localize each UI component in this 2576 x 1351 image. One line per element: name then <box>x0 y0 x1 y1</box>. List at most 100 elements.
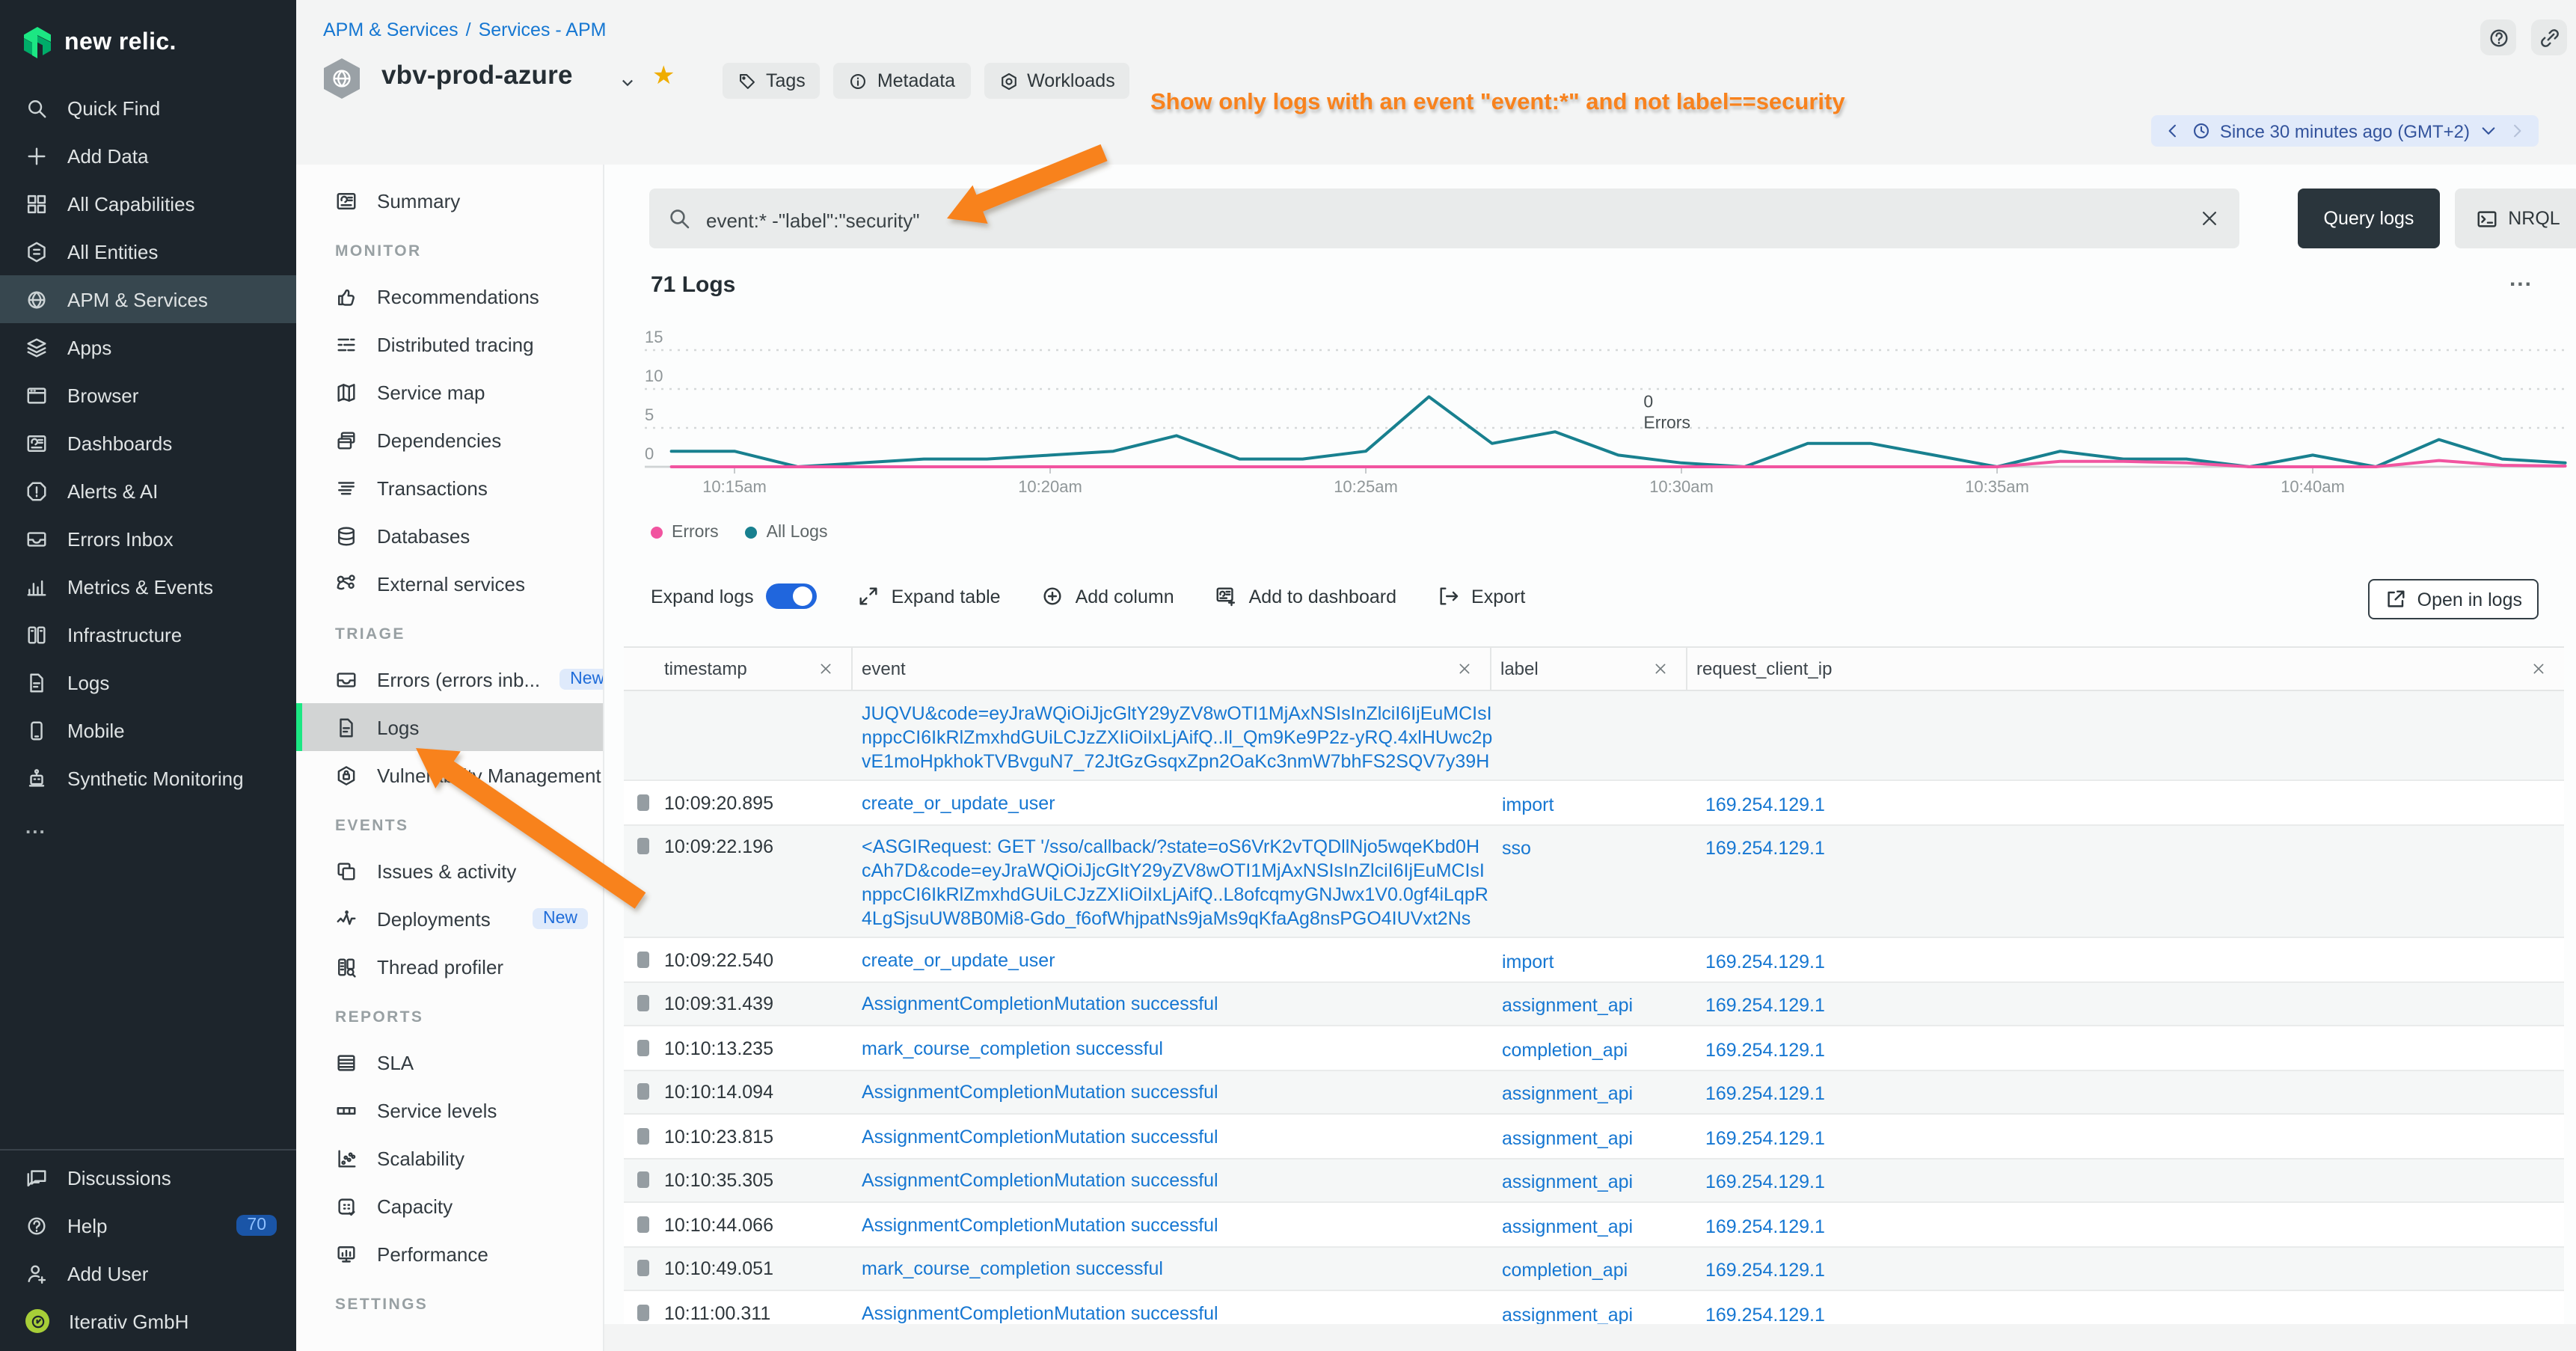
row-checkbox[interactable] <box>637 951 649 967</box>
request-client-ip-link[interactable]: 169.254.129.1 <box>1705 1171 1825 1192</box>
add-to-dashboard-button[interactable]: Add to dashboard <box>1215 585 1396 607</box>
event-link[interactable]: AssignmentCompletionMutation successful <box>862 1124 1491 1148</box>
request-client-ip-link[interactable]: 169.254.129.1 <box>1705 1127 1825 1148</box>
help-button[interactable] <box>2480 19 2516 55</box>
newrelic-logo[interactable]: new relic. <box>0 0 296 67</box>
label-link[interactable]: import <box>1502 794 1554 815</box>
subnav-item-logs[interactable]: Logs <box>296 703 603 751</box>
request-client-ip-link[interactable]: 169.254.129.1 <box>1705 1260 1825 1281</box>
query-logs-button[interactable]: Query logs <box>2298 189 2440 248</box>
subnav-item-databases[interactable]: Databases <box>296 512 603 560</box>
entity-chevron-down-icon[interactable] <box>619 75 636 91</box>
subnav-item-thread-profiler[interactable]: Thread profiler <box>296 943 603 990</box>
table-row[interactable]: 10:10:49.051mark_course_completion succe… <box>624 1247 2564 1291</box>
table-row[interactable]: 10:09:31.439AssignmentCompletionMutation… <box>624 982 2564 1026</box>
label-link[interactable]: import <box>1502 951 1554 972</box>
expand-logs-toggle[interactable]: Expand logs <box>651 583 817 609</box>
add-column-button[interactable]: Add column <box>1041 585 1174 607</box>
sidebar-item-infrastructure[interactable]: Infrastructure <box>0 610 296 658</box>
table-row[interactable]: 10:10:44.066AssignmentCompletionMutation… <box>624 1203 2564 1247</box>
label-link[interactable]: completion_api <box>1502 1260 1628 1281</box>
event-link[interactable]: AssignmentCompletionMutation successful <box>862 1168 1491 1192</box>
subnav-item-service-levels[interactable]: Service levels <box>296 1086 603 1134</box>
sidebar-item-alerts-ai[interactable]: Alerts & AI <box>0 467 296 515</box>
remove-column-icon[interactable] <box>1457 661 1472 676</box>
chart-options-menu[interactable]: ... <box>2509 266 2533 292</box>
event-link[interactable]: <ASGIRequest: GET '/sso/callback/?state=… <box>862 835 1491 859</box>
logs-search-bar[interactable] <box>649 189 2239 248</box>
event-link[interactable]: AssignmentCompletionMutation successful <box>862 1213 1491 1237</box>
sidebar-item-synthetic-monitoring[interactable]: Synthetic Monitoring <box>0 754 296 802</box>
subnav-item-distributed-tracing[interactable]: Distributed tracing <box>296 320 603 368</box>
nrql-button[interactable]: NRQL <box>2455 189 2576 248</box>
row-checkbox[interactable] <box>637 1260 649 1276</box>
favorite-star-icon[interactable]: ★ <box>652 61 675 91</box>
request-client-ip-link[interactable]: 169.254.129.1 <box>1705 1216 1825 1237</box>
table-row[interactable]: 10:10:23.815AssignmentCompletionMutation… <box>624 1115 2564 1159</box>
sidebar-item-[interactable]: ... <box>0 802 296 850</box>
logs-search-input[interactable] <box>703 189 2180 251</box>
row-checkbox[interactable] <box>637 1304 649 1320</box>
label-link[interactable]: sso <box>1502 838 1531 859</box>
event-link[interactable]: mark_course_completion successful <box>862 1257 1491 1281</box>
event-link[interactable]: cAh7D&code=eyJraWQiOiJjcGltY29yZV8wOTI1M… <box>862 859 1491 883</box>
row-checkbox[interactable] <box>637 1083 649 1100</box>
remove-column-icon[interactable] <box>2531 661 2546 676</box>
sidebar-item-quick-find[interactable]: Quick Find <box>0 84 296 132</box>
remove-column-icon[interactable] <box>818 661 833 676</box>
subnav-item-errors-errors-inb[interactable]: Errors (errors inb...New <box>296 655 603 703</box>
tags-button[interactable]: Tags <box>723 63 821 99</box>
column-header-label[interactable]: label <box>1491 648 1687 690</box>
sidebar-item-metrics-events[interactable]: Metrics & Events <box>0 563 296 610</box>
request-client-ip-link[interactable]: 169.254.129.1 <box>1705 1083 1825 1104</box>
request-client-ip-link[interactable]: 169.254.129.1 <box>1705 838 1825 859</box>
export-button[interactable]: Export <box>1437 585 1525 607</box>
subnav-item-performance[interactable]: Performance <box>296 1230 603 1278</box>
subnav-item-scalability[interactable]: Scalability <box>296 1134 603 1182</box>
table-row[interactable]: JUQVU&code=eyJraWQiOiJjcGltY29yZV8wOTI1M… <box>624 691 2564 781</box>
event-link[interactable]: nppcCI6IkRlZmxhdGUiLCJzZXIiOiIxLjAifQ..I… <box>862 725 1491 749</box>
sidebar-item-errors-inbox[interactable]: Errors Inbox <box>0 515 296 563</box>
label-link[interactable]: completion_api <box>1502 1039 1628 1060</box>
sidebar-item-dashboards[interactable]: Dashboards <box>0 419 296 467</box>
row-checkbox[interactable] <box>637 1039 649 1056</box>
event-link[interactable]: vE1moHpkhokTVBvguN7_72JtGzGsqxZpn2OaKc3n… <box>862 749 1491 773</box>
event-link[interactable]: mark_course_completion successful <box>862 1036 1491 1060</box>
subnav-item-capacity[interactable]: Capacity <box>296 1182 603 1230</box>
expand-table-button[interactable]: Expand table <box>857 585 1001 607</box>
sidebar-item-iterativ-gmbh[interactable]: Iterativ GmbH <box>0 1297 296 1345</box>
event-link[interactable]: AssignmentCompletionMutation successful <box>862 992 1491 1016</box>
time-back-chevron-icon[interactable] <box>2163 121 2183 141</box>
event-link[interactable]: create_or_update_user <box>862 948 1491 972</box>
subnav-item-service-map[interactable]: Service map <box>296 368 603 416</box>
clear-search-icon[interactable] <box>2199 208 2220 229</box>
label-link[interactable]: assignment_api <box>1502 995 1633 1016</box>
subnav-item-vulnerability-management[interactable]: Vulnerability Management <box>296 751 603 799</box>
label-link[interactable]: assignment_api <box>1502 1216 1633 1237</box>
subnav-item-recommendations[interactable]: Recommendations <box>296 272 603 320</box>
request-client-ip-link[interactable]: 169.254.129.1 <box>1705 951 1825 972</box>
table-row[interactable]: 10:09:20.895create_or_update_userimport1… <box>624 781 2564 825</box>
event-link[interactable]: 4LgSjsuUW8B0Mi8-Gdo_f6ofWhjpatNs9jaMs9qK… <box>862 907 1491 931</box>
sidebar-item-add-data[interactable]: Add Data <box>0 132 296 180</box>
column-header-timestamp[interactable]: timestamp <box>624 648 853 690</box>
legend-item-errors[interactable]: Errors <box>651 524 719 542</box>
subnav-item-external-services[interactable]: External services <box>296 560 603 607</box>
time-forward-chevron-icon[interactable] <box>2507 121 2527 141</box>
label-link[interactable]: assignment_api <box>1502 1304 1633 1325</box>
subnav-item-issues-activity[interactable]: Issues & activity <box>296 847 603 895</box>
open-in-logs-button[interactable]: Open in logs <box>2368 579 2539 619</box>
request-client-ip-link[interactable]: 169.254.129.1 <box>1705 995 1825 1016</box>
sidebar-item-logs[interactable]: Logs <box>0 658 296 706</box>
column-header-request-client-ip[interactable]: request_client_ip <box>1687 648 2564 690</box>
subnav-item-dependencies[interactable]: Dependencies <box>296 416 603 464</box>
sidebar-item-all-entities[interactable]: All Entities <box>0 227 296 275</box>
sidebar-item-all-capabilities[interactable]: All Capabilities <box>0 180 296 227</box>
event-link[interactable]: nppcCI6IkRlZmxhdGUiLCJzZXIiOiIxLjAifQ..L… <box>862 883 1491 907</box>
sidebar-item-mobile[interactable]: Mobile <box>0 706 296 754</box>
sidebar-item-apm-services[interactable]: APM & Services <box>0 275 296 323</box>
label-link[interactable]: assignment_api <box>1502 1083 1633 1104</box>
table-row[interactable]: 10:09:22.196<ASGIRequest: GET '/sso/call… <box>624 825 2564 938</box>
subnav-item-transactions[interactable]: Transactions <box>296 464 603 512</box>
row-checkbox[interactable] <box>637 995 649 1011</box>
